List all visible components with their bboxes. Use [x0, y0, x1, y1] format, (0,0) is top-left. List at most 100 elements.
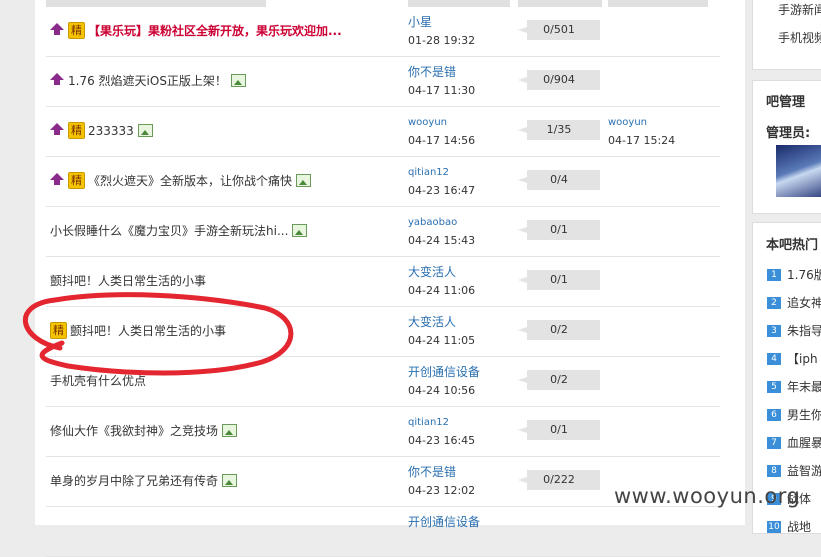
thread-author[interactable]: qitian12	[408, 167, 449, 178]
thread-time: 04-23 12:02	[408, 484, 476, 497]
admin-avatar[interactable]	[776, 145, 821, 197]
jing-badge: 精	[68, 122, 85, 139]
thread-title-text[interactable]: 颤抖吧！人类日常生活的小事	[70, 322, 226, 339]
image-attachment-icon	[230, 74, 246, 87]
thread-title-text[interactable]: 233333	[88, 124, 134, 138]
hot-thread-title[interactable]: 战地	[787, 518, 811, 533]
thread-row[interactable]: 精【果乐玩】果粉社区全新开放，果乐玩欢迎加... 小星 01-28 19:32 0/5…	[46, 6, 720, 57]
thread-time: 04-17 11:30	[408, 84, 476, 97]
thread-time: 04-24 11:06	[408, 284, 476, 297]
reply-count-badge: 0/222	[518, 470, 600, 490]
thread-author[interactable]: 开创通信设备	[408, 363, 480, 380]
thread-title-text[interactable]: 手机壳有什么优点	[50, 372, 146, 389]
sidebar-link[interactable]: 手游新闻	[778, 1, 821, 18]
hot-thread-title[interactable]: 朱指导	[787, 322, 821, 339]
hot-thread-item[interactable]: 4 【iph	[767, 350, 818, 367]
hot-arrow-icon	[50, 173, 64, 185]
thread-title[interactable]: 修仙大作《我欲封神》之竞技场	[50, 422, 238, 439]
thread-time: 01-28 19:32	[408, 34, 476, 47]
thread-author[interactable]: 小星	[408, 13, 432, 30]
thread-row[interactable]: 手机壳有什么优点 开创通信设备 04-24 10:56 0/2	[46, 356, 720, 407]
image-attachment-icon	[292, 224, 308, 237]
thread-title-text[interactable]: 《烈火遮天》全新版本，让你战个痛快	[88, 172, 292, 189]
jing-badge: 精	[68, 22, 85, 39]
thread-row[interactable]: 颤抖吧！人类日常生活的小事 大变活人 04-24 11:06 0/1	[46, 256, 720, 307]
rank-number: 3	[767, 324, 781, 337]
sidebar-link[interactable]: 手机视频	[778, 29, 821, 46]
hot-arrow-icon	[50, 123, 64, 135]
thread-row[interactable]: 小长假睡什么《魔力宝贝》手游全新玩法hi... yabaobao 04-24 15:…	[46, 206, 720, 257]
thread-title[interactable]: 1.76 烈焰遮天iOS正版上架！	[50, 72, 246, 89]
thread-title[interactable]: 精颤抖吧！人类日常生活的小事	[50, 322, 226, 339]
thread-title[interactable]: 手机壳有什么优点	[50, 372, 146, 389]
thread-author[interactable]: 开创通信设备	[408, 513, 480, 530]
thread-title-text[interactable]: 修仙大作《我欲封神》之竞技场	[50, 422, 218, 439]
hot-thread-title[interactable]: 益智游	[787, 462, 821, 479]
reply-count-badge: 1/35	[518, 120, 600, 140]
thread-title[interactable]: 精【果乐玩】果粉社区全新开放，果乐玩欢迎加...	[50, 22, 342, 39]
reply-count-badge: 0/904	[518, 70, 600, 90]
thread-title-text[interactable]: 小长假睡什么《魔力宝贝》手游全新玩法hi...	[50, 222, 288, 239]
hot-thread-title[interactable]: 男生你	[787, 406, 821, 423]
rank-number: 7	[767, 436, 781, 449]
hot-arrow-icon	[50, 73, 64, 85]
hot-thread-title[interactable]: 血腥暴	[787, 434, 821, 451]
thread-title-text[interactable]: 1.76 烈焰遮天iOS正版上架！	[68, 72, 227, 89]
thread-author[interactable]: 大变活人	[408, 263, 456, 280]
thread-row[interactable]: 精颤抖吧！人类日常生活的小事 大变活人 04-24 11:05 0/2	[46, 306, 720, 357]
jing-badge: 精	[50, 322, 67, 339]
reply-count-badge: 0/2	[518, 370, 600, 390]
hot-thread-title[interactable]: 【iph	[787, 350, 818, 367]
rank-number: 2	[767, 296, 781, 309]
thread-title[interactable]: 精 233333	[50, 122, 153, 139]
thread-title-text[interactable]: 【果乐玩】果粉社区全新开放，果乐玩欢迎加...	[88, 22, 342, 39]
hot-thread-item[interactable]: 1 1.76版	[767, 266, 821, 283]
hot-thread-title[interactable]: 1.76版	[787, 266, 821, 283]
watermark: www.wooyun.org	[614, 484, 801, 508]
last-reply-author[interactable]: wooyun	[608, 117, 647, 128]
rank-number: 8	[767, 464, 781, 477]
hot-thread-item[interactable]: 6 男生你	[767, 406, 821, 423]
thread-author[interactable]: wooyun	[408, 117, 447, 128]
hot-thread-item[interactable]: 5 年末最	[767, 378, 821, 395]
thread-row[interactable]: 1.76 烈焰遮天iOS正版上架！ 你不是错 04-17 11:30 0/904	[46, 56, 720, 107]
thread-author[interactable]: 大变活人	[408, 313, 456, 330]
hot-arrow-icon	[50, 23, 64, 35]
thread-author[interactable]: yabaobao	[408, 217, 457, 228]
admin-panel: 吧管理 管理员:	[752, 80, 821, 214]
reply-count-badge: 0/2	[518, 320, 600, 340]
thread-title[interactable]: 精《烈火遮天》全新版本，让你战个痛快	[50, 172, 312, 189]
thread-row[interactable]: 精《烈火遮天》全新版本，让你战个痛快 qitian12 04-23 16:47 0/4	[46, 156, 720, 207]
hot-thread-title[interactable]: 追女神	[787, 294, 821, 311]
reply-count-badge: 0/1	[518, 420, 600, 440]
hot-thread-item[interactable]: 10 战地	[767, 518, 811, 533]
last-reply-time: 04-17 15:24	[608, 134, 676, 147]
sidebar-links-panel: 手游新闻 手机视频	[752, 0, 821, 70]
thread-time: 04-17 14:56	[408, 134, 476, 147]
thread-row[interactable]: 开创通信设备	[46, 506, 720, 557]
thread-time: 04-24 11:05	[408, 334, 476, 347]
hot-thread-item[interactable]: 8 益智游	[767, 462, 821, 479]
image-attachment-icon	[296, 174, 312, 187]
thread-time: 04-24 15:43	[408, 234, 476, 247]
thread-time: 04-24 10:56	[408, 384, 476, 397]
thread-author[interactable]: 你不是错	[408, 463, 456, 480]
thread-title[interactable]: 颤抖吧！人类日常生活的小事	[50, 272, 206, 289]
thread-row[interactable]: 修仙大作《我欲封神》之竞技场 qitian12 04-23 16:45 0/1	[46, 406, 720, 457]
hot-title: 本吧热门	[766, 238, 819, 253]
hot-thread-item[interactable]: 7 血腥暴	[767, 434, 821, 451]
thread-title[interactable]: 小长假睡什么《魔力宝贝》手游全新玩法hi...	[50, 222, 308, 239]
thread-title[interactable]: 单身的岁月中除了兄弟还有传奇	[50, 472, 238, 489]
hot-thread-item[interactable]: 3 朱指导	[767, 322, 821, 339]
rank-number: 4	[767, 352, 781, 365]
thread-row[interactable]: 精 233333 wooyun 04-17 14:56 1/35 wooyun 04-17 …	[46, 106, 720, 157]
thread-title-text[interactable]: 单身的岁月中除了兄弟还有传奇	[50, 472, 218, 489]
hot-thread-title[interactable]: 年末最	[787, 378, 821, 395]
rank-number: 5	[767, 380, 781, 393]
reply-count-badge: 0/4	[518, 170, 600, 190]
hot-thread-item[interactable]: 2 追女神	[767, 294, 821, 311]
thread-author[interactable]: 你不是错	[408, 63, 456, 80]
thread-author[interactable]: qitian12	[408, 417, 449, 428]
thread-title-text[interactable]: 颤抖吧！人类日常生活的小事	[50, 272, 206, 289]
admin-title: 吧管理	[766, 95, 806, 110]
